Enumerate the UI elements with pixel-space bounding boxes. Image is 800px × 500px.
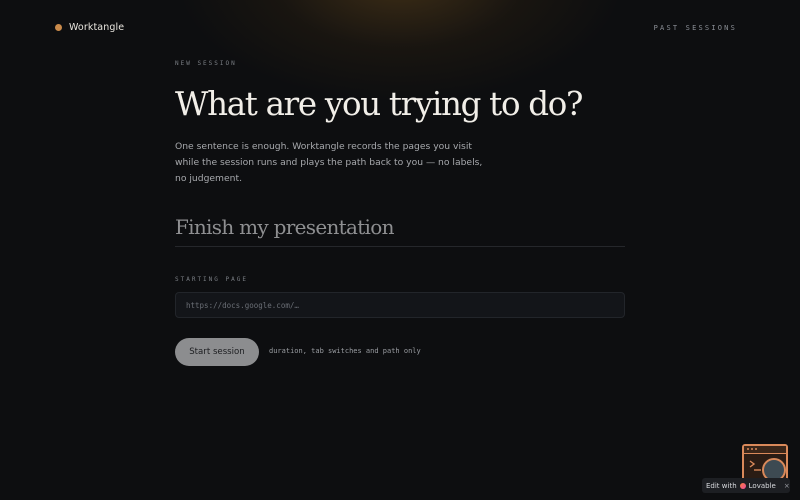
terminal-icon xyxy=(749,460,761,471)
brand-dot-icon xyxy=(55,24,62,31)
past-sessions-link[interactable]: PAST SESSIONS xyxy=(654,24,737,32)
section-eyebrow: NEW SESSION xyxy=(175,60,237,67)
starting-page-input[interactable] xyxy=(175,292,625,318)
starting-page-label: STARTING PAGE xyxy=(175,276,248,283)
lovable-label: Lovable xyxy=(748,481,776,490)
brand[interactable]: Worktangle xyxy=(55,22,124,33)
close-icon[interactable]: × xyxy=(784,482,790,490)
start-session-button[interactable]: Start session xyxy=(175,338,259,366)
goal-input[interactable] xyxy=(175,208,625,247)
intro-text: One sentence is enough. Worktangle recor… xyxy=(175,141,483,184)
top-bar: Worktangle PAST SESSIONS xyxy=(0,0,800,56)
tracking-hint: duration, tab switches and path only xyxy=(269,347,421,355)
edit-with-lovable-badge[interactable]: Edit with Lovable × xyxy=(702,478,790,493)
brand-name: Worktangle xyxy=(69,22,125,33)
widget-titlebar xyxy=(744,446,786,454)
page-title: What are you trying to do? xyxy=(175,85,583,123)
edit-with-label: Edit with xyxy=(706,481,737,490)
lovable-heart-icon xyxy=(739,482,746,489)
window-dots-icon xyxy=(747,448,757,450)
